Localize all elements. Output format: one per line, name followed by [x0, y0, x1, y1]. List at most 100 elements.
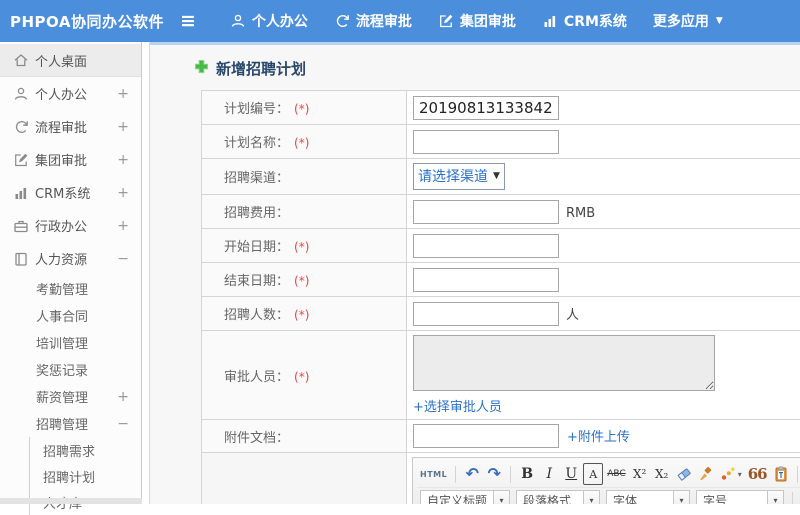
app-logo: PHPOA协同办公软件 — [0, 11, 180, 32]
sidebar-item-personal-office[interactable]: 个人办公 + — [0, 77, 141, 110]
caret-down-icon: ▼ — [716, 16, 723, 26]
expand-plus-icon[interactable]: + — [117, 185, 129, 201]
book-icon — [13, 251, 35, 267]
sidebar-item-workflow-approval[interactable]: 流程审批 + — [0, 110, 141, 143]
bold-button[interactable]: B — [517, 463, 537, 485]
flow-icon — [334, 13, 350, 29]
font-family-dropdown[interactable]: 字体 ▾ — [606, 490, 690, 504]
paste-icon[interactable] — [771, 463, 791, 485]
font-style-button[interactable]: A — [583, 463, 603, 485]
field-label: 招聘人数： — [224, 308, 289, 323]
toolbar-row-1: HTML ↶ ↷ B I U A ABC X² — [417, 461, 800, 487]
sidebar-item-admin-office[interactable]: 行政办公 + — [0, 209, 141, 242]
underline-button[interactable]: U — [561, 463, 581, 485]
form-row-start-date: 开始日期：(*) — [202, 229, 800, 263]
nav-item-crm-system[interactable]: CRM系统 — [542, 11, 627, 31]
expand-plus-icon[interactable]: + — [117, 218, 129, 234]
channel-select[interactable]: 请选择渠道 ▼ — [413, 163, 505, 190]
sidebar-item-label: 行政办公 — [35, 216, 87, 235]
approvers-textarea[interactable] — [413, 335, 715, 391]
sidebar-subitem-hr-contract[interactable]: 人事合同 — [0, 302, 141, 329]
sidebar-item-human-resources[interactable]: 人力资源 − — [0, 242, 141, 275]
toolbar-separator — [797, 466, 798, 483]
expand-minus-icon[interactable]: − — [117, 416, 129, 432]
sidebar-subitem-rewards[interactable]: 奖惩记录 — [0, 356, 141, 383]
form-row-recruit-cost: 招聘费用： RMB — [202, 195, 800, 229]
html-source-button[interactable]: HTML — [418, 463, 449, 485]
redo-icon[interactable]: ↷ — [484, 463, 504, 485]
form-row-approvers: 审批人员：(*) +选择审批人员 — [202, 331, 800, 420]
sidebar-nested-recruit-demand[interactable]: 招聘需求 — [30, 437, 141, 463]
end-date-input[interactable] — [413, 268, 559, 292]
expand-minus-icon[interactable]: − — [117, 251, 129, 267]
plan-number-input[interactable] — [413, 96, 559, 120]
blockquote-button[interactable]: 66 — [746, 463, 769, 485]
top-nav: 个人办公 流程审批 集团审批 CRM系统 更多应用 ▼ — [230, 11, 749, 31]
font-size-dropdown[interactable]: 字号 ▾ — [696, 490, 784, 504]
nav-item-group-approval[interactable]: 集团审批 — [438, 11, 516, 31]
chart-icon — [13, 185, 35, 201]
recruit-plan-form: 计划编号：(*) 计划名称：(*) 招聘渠道： — [201, 90, 800, 504]
sidebar-item-label: 人力资源 — [35, 249, 87, 268]
nav-item-personal-office[interactable]: 个人办公 — [230, 11, 308, 31]
eraser-icon[interactable] — [674, 463, 694, 485]
expand-plus-icon[interactable]: + — [117, 119, 129, 135]
sidebar-item-label: 个人办公 — [35, 84, 87, 103]
recruit-cost-input[interactable] — [413, 200, 559, 224]
user-icon — [230, 13, 246, 29]
form-row-editor: HTML ↶ ↷ B I U A ABC X² — [202, 453, 800, 505]
sidebar-scrollbar[interactable] — [0, 498, 142, 504]
nav-item-more-apps[interactable]: 更多应用 ▼ — [653, 11, 723, 31]
subscript-button[interactable]: X₂ — [652, 463, 672, 485]
sidebar-item-group-approval[interactable]: 集团审批 + — [0, 143, 141, 176]
plan-name-input[interactable] — [413, 130, 559, 154]
custom-heading-dropdown[interactable]: 自定义标题 ▾ — [420, 490, 510, 504]
sidebar-subitem-salary[interactable]: 薪资管理 + — [0, 383, 141, 410]
caret-small-icon: ▾ — [493, 491, 509, 504]
sidebar-item-label: 个人桌面 — [35, 51, 87, 70]
field-label: 开始日期： — [224, 240, 289, 255]
strikethrough-button[interactable]: ABC — [605, 463, 627, 485]
add-plus-icon — [194, 59, 209, 78]
subitem-label: 奖惩记录 — [36, 360, 88, 379]
expand-plus-icon[interactable]: + — [117, 389, 129, 405]
attachment-input[interactable] — [413, 424, 559, 448]
expand-plus-icon[interactable]: + — [117, 86, 129, 102]
subitem-label: 招聘管理 — [36, 414, 88, 433]
form-row-recruit-channel: 招聘渠道： 请选择渠道 ▼ — [202, 159, 800, 195]
sidebar-subitem-attendance[interactable]: 考勤管理 — [0, 275, 141, 302]
caret-small-icon: ▾ — [583, 491, 599, 504]
form-row-end-date: 结束日期：(*) — [202, 263, 800, 297]
editor-toolbar: HTML ↶ ↷ B I U A ABC X² — [413, 458, 800, 504]
hamburger-menu-icon[interactable]: ≡ — [180, 12, 196, 31]
attachment-upload-link[interactable]: +附件上传 — [567, 430, 630, 445]
sidebar-subitem-recruitment[interactable]: 招聘管理 − — [0, 410, 141, 437]
sidebar-item-crm-system[interactable]: CRM系统 + — [0, 176, 141, 209]
nav-label: CRM系统 — [564, 11, 627, 31]
select-approvers-link[interactable]: +选择审批人员 — [413, 396, 502, 415]
sidebar-nested-recruit-plan[interactable]: 招聘计划 — [30, 463, 141, 489]
format-brush-icon[interactable] — [696, 463, 716, 485]
subitem-label: 薪资管理 — [36, 387, 88, 406]
superscript-button[interactable]: X² — [630, 463, 650, 485]
edit-icon — [13, 152, 35, 168]
sidebar-item-personal-desktop[interactable]: 个人桌面 — [0, 44, 141, 77]
expand-plus-icon[interactable]: + — [117, 152, 129, 168]
sidebar-subitem-training[interactable]: 培训管理 — [0, 329, 141, 356]
nav-label: 更多应用 — [653, 11, 709, 31]
dropdown-value: 段落格式 — [517, 492, 583, 504]
paragraph-format-dropdown[interactable]: 段落格式 ▾ — [516, 490, 600, 504]
magic-format-icon[interactable]: ▾ — [718, 463, 744, 485]
headcount-input[interactable] — [413, 302, 559, 326]
form-row-plan-number: 计划编号：(*) — [202, 91, 800, 125]
nav-label: 流程审批 — [356, 11, 412, 31]
undo-icon[interactable]: ↶ — [462, 463, 482, 485]
required-marker: (*) — [294, 102, 309, 116]
start-date-input[interactable] — [413, 234, 559, 258]
form-row-plan-name: 计划名称：(*) — [202, 125, 800, 159]
headcount-suffix: 人 — [566, 308, 579, 323]
dropdown-value: 字号 — [697, 492, 767, 504]
edit-icon — [438, 13, 454, 29]
nav-item-workflow-approval[interactable]: 流程审批 — [334, 11, 412, 31]
italic-button[interactable]: I — [539, 463, 559, 485]
